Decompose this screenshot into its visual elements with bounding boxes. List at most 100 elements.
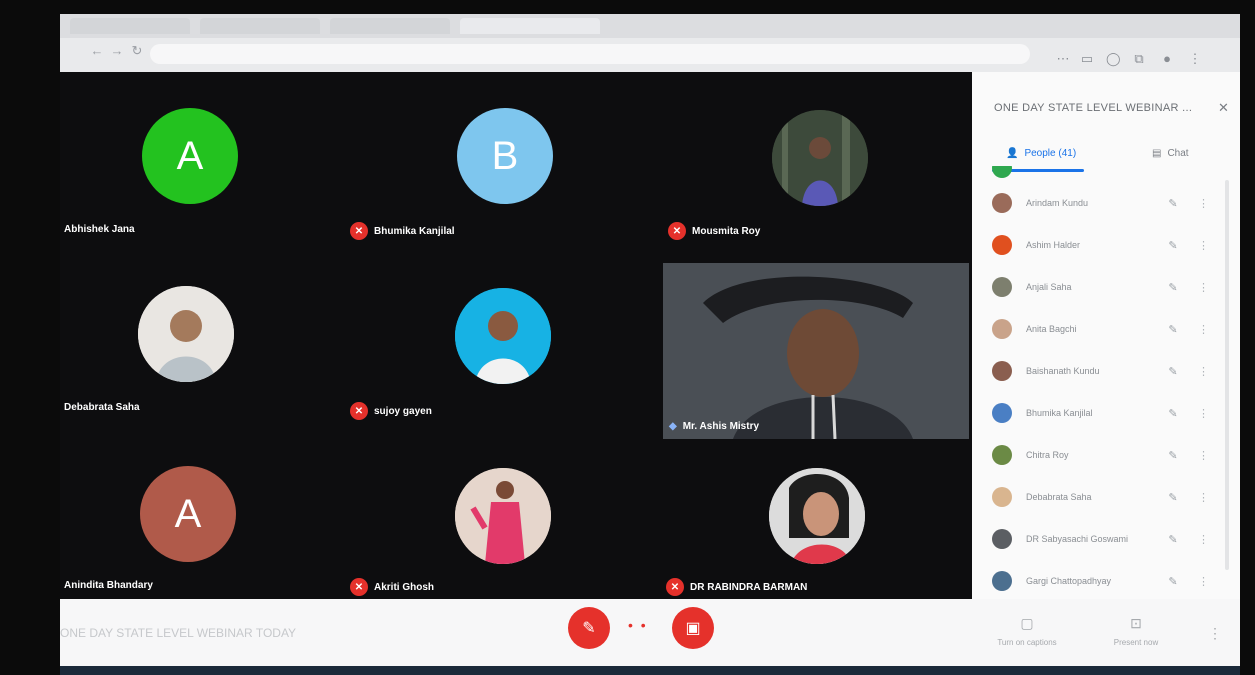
reload-icon[interactable]: ↻: [130, 44, 144, 58]
camera-toggle-button[interactable]: ▣: [672, 607, 714, 649]
participant-name-label: Bhumika Kanjilal: [374, 225, 455, 237]
present-button[interactable]: ⊡ Present now: [1096, 615, 1176, 647]
tab-people[interactable]: 👤 People (41): [1006, 148, 1076, 159]
participant-name: Abhishek Jana: [64, 224, 135, 235]
participant-row[interactable]: Gargi Chattopadhyay ✎ ⋮: [992, 566, 1222, 596]
participant-row[interactable]: Chitra Roy ✎ ⋮: [992, 440, 1222, 470]
participant-row[interactable]: Baishanath Kundu ✎ ⋮: [992, 356, 1222, 386]
browser-tab[interactable]: [200, 18, 320, 34]
mic-icon[interactable]: ✎: [1166, 281, 1180, 294]
participant-tile[interactable]: B ✕ Bhumika Kanjilal: [350, 72, 660, 252]
people-icon: 👤: [1006, 148, 1019, 159]
mic-off-icon: ✕: [350, 578, 368, 596]
participant-name: Chitra Roy: [1026, 450, 1069, 460]
participant-row[interactable]: Anita Bagchi ✎ ⋮: [992, 314, 1222, 344]
avatar: [992, 166, 1012, 178]
mic-icon[interactable]: ✎: [1166, 449, 1180, 462]
meeting-details-label[interactable]: ONE DAY STATE LEVEL WEBINAR TODAY: [60, 626, 296, 640]
participant-name: ✕ Mousmita Roy: [668, 222, 760, 240]
mic-icon[interactable]: ✎: [1166, 239, 1180, 252]
mic-icon[interactable]: ✎: [1166, 323, 1180, 336]
participant-tile[interactable]: ✕ Mousmita Roy: [660, 72, 972, 252]
meeting-controls-bar: ONE DAY STATE LEVEL WEBINAR TODAY ✎ • • …: [60, 599, 1240, 666]
more-vert-icon[interactable]: ⋮: [1208, 625, 1222, 642]
avatar: [992, 193, 1012, 213]
participant-row[interactable]: DR Sabyasachi Goswami ✎ ⋮: [992, 524, 1222, 554]
participant-row[interactable]: Debabrata Saha ✎ ⋮: [992, 482, 1222, 512]
leave-call-icon[interactable]: • •: [628, 617, 648, 633]
profile-photo-icon: [455, 288, 551, 384]
cast-icon[interactable]: ▭: [1080, 52, 1094, 66]
participant-name-label: Akriti Ghosh: [374, 581, 435, 593]
more-vert-icon[interactable]: ⋮: [1198, 323, 1209, 336]
more-vert-icon[interactable]: ⋮: [1198, 407, 1209, 420]
participant-name-label: Debabrata Saha: [64, 402, 140, 413]
os-taskbar: [60, 666, 1240, 675]
participant-row[interactable]: Anjali Saha ✎ ⋮: [992, 272, 1222, 302]
forward-icon[interactable]: →: [110, 44, 124, 58]
participant-tile[interactable]: A Anindita Bhandary: [60, 432, 360, 599]
address-bar[interactable]: [150, 44, 1030, 64]
avatar: A: [142, 108, 238, 204]
more-vert-icon[interactable]: ⋮: [1198, 491, 1209, 504]
participant-tile[interactable]: Debabrata Saha: [60, 252, 360, 432]
video-grid: A Abhishek Jana B ✕ Bhumika Kanjilal ✕ M…: [60, 72, 972, 599]
participant-tile[interactable]: ✕ sujoy gayen: [350, 252, 660, 432]
mic-toggle-button[interactable]: ✎: [568, 607, 610, 649]
participant-row[interactable]: Arindam Kundu ✎ ⋮: [992, 188, 1222, 218]
mic-icon[interactable]: ✎: [1166, 365, 1180, 378]
more-vert-icon[interactable]: ⋮: [1198, 449, 1209, 462]
profile-photo-icon: [769, 468, 865, 564]
more-vert-icon[interactable]: ⋮: [1198, 197, 1209, 210]
chat-bubble-icon[interactable]: ◯: [1106, 52, 1121, 66]
participant-name: Anindita Bhandary: [64, 580, 153, 591]
back-icon[interactable]: ←: [90, 44, 104, 58]
mic-icon[interactable]: ✎: [1166, 575, 1180, 588]
mic-icon[interactable]: ✎: [1166, 533, 1180, 546]
tab-chat[interactable]: ▤ Chat: [1152, 148, 1189, 159]
more-vert-icon[interactable]: ⋮: [1198, 239, 1209, 252]
participant-name: DR Sabyasachi Goswami: [1026, 534, 1129, 544]
mic-icon[interactable]: ✎: [1166, 197, 1180, 210]
participant-tile[interactable]: ✕ Akriti Ghosh: [350, 432, 660, 599]
participant-name: Bhumika Kanjilal: [1026, 408, 1093, 418]
more-vert-icon[interactable]: ⋮: [1198, 533, 1209, 546]
participant-tile[interactable]: ✕ DR RABINDRA BARMAN: [660, 432, 972, 599]
captions-button[interactable]: ▢ Turn on captions: [982, 615, 1072, 647]
avatar: B: [457, 108, 553, 204]
extension-icon[interactable]: ⋯: [1056, 52, 1070, 66]
avatar: [992, 403, 1012, 423]
participant-tile[interactable]: A Abhishek Jana: [60, 72, 360, 252]
participant-name: Arindam Kundu: [1026, 198, 1089, 208]
avatar: [138, 286, 234, 382]
more-vert-icon[interactable]: ⋮: [1198, 281, 1209, 294]
avatar-letter: A: [174, 491, 202, 536]
participant-name: ✕ sujoy gayen: [350, 402, 432, 420]
avatar: [772, 110, 868, 206]
list-item[interactable]: [992, 166, 1222, 184]
browser-tab[interactable]: [70, 18, 190, 34]
participant-name-label: sujoy gayen: [374, 405, 432, 417]
mic-off-icon: ✕: [666, 578, 684, 596]
participant-row[interactable]: Ashim Halder ✎ ⋮: [992, 230, 1222, 260]
close-icon[interactable]: ✕: [1218, 100, 1229, 116]
people-panel: ONE DAY STATE LEVEL WEBINAR ... ✕ 👤 Peop…: [972, 72, 1240, 599]
extensions-puzzle-icon[interactable]: ⧉: [1132, 52, 1146, 66]
browser-tab-active[interactable]: [460, 18, 600, 34]
mic-icon[interactable]: ✎: [1166, 407, 1180, 420]
captions-icon: ▢: [1020, 615, 1034, 631]
participant-row[interactable]: Bhumika Kanjilal ✎ ⋮: [992, 398, 1222, 428]
avatar: [992, 319, 1012, 339]
camera-off-icon: ▣: [685, 620, 701, 637]
participant-video-tile[interactable]: ◆ Mr. Ashis Mistry: [663, 263, 969, 439]
browser-tab[interactable]: [330, 18, 450, 34]
more-vert-icon[interactable]: ⋮: [1198, 575, 1209, 588]
browser-menu-icon[interactable]: ⋮: [1188, 52, 1202, 66]
mic-icon[interactable]: ✎: [1166, 491, 1180, 504]
participant-name: Ashim Halder: [1026, 240, 1081, 250]
participant-name: Anjali Saha: [1026, 282, 1072, 292]
profile-icon[interactable]: ●: [1160, 52, 1174, 66]
more-vert-icon[interactable]: ⋮: [1198, 365, 1209, 378]
tab-strip: [60, 14, 1240, 38]
scrollbar[interactable]: [1225, 180, 1229, 570]
